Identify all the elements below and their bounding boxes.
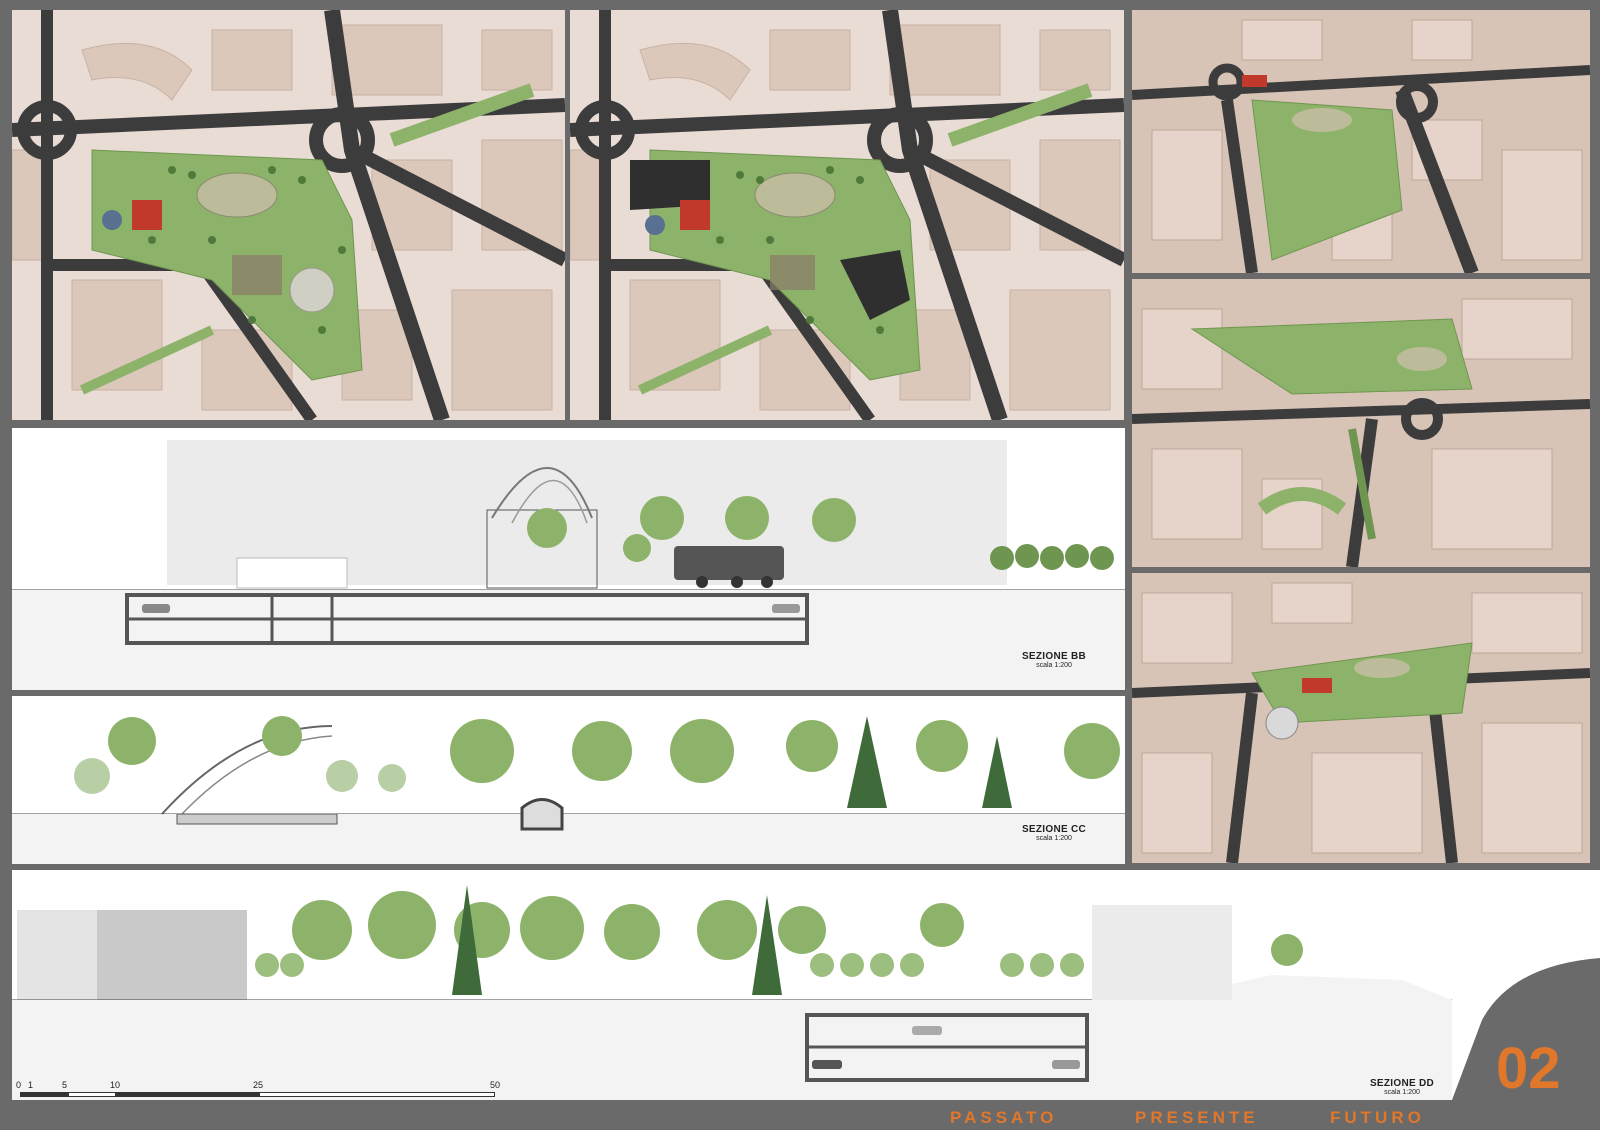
plan-view-middle [570,10,1124,420]
section-cc-scale: scala 1:200 [1036,835,1072,842]
plan-view-left [12,10,565,420]
scale-segment [68,1092,116,1097]
sheet-number: 02 [1496,1036,1561,1101]
scale-mark: 25 [253,1080,264,1090]
section-bb-title: SEZIONE BB [1021,651,1087,662]
scale-mark: 1 [28,1080,34,1090]
aerial-view-3 [1132,573,1590,863]
section-bb-label: SEZIONE BB scala 1:200 [1014,651,1094,669]
footer-word-past: PASSATO [950,1108,1058,1127]
scale-segment [116,1092,259,1097]
footer-word-future: FUTURO [1330,1108,1425,1127]
section-dd-scale: scala 1:200 [1384,1089,1420,1096]
section-cc-label: SEZIONE CC scala 1:200 [1014,824,1094,842]
scale-mark: 5 [62,1080,68,1090]
section-bb-scale: scala 1:200 [1036,662,1072,669]
section-cc-title: SEZIONE CC [1021,824,1087,835]
scale-segment [259,1092,495,1097]
section-dd-title: SEZIONE DD [1369,1078,1435,1089]
scale-mark: 50 [490,1080,501,1090]
scale-mark: 10 [110,1080,121,1090]
scale-bar: 0 1 5 10 25 50 [16,1080,506,1104]
section-dd-panel: SEZIONE DD scala 1:200 [12,870,1600,1100]
footer-word-present: PRESENTE [1135,1108,1259,1127]
section-bb-panel: SEZIONE BB scala 1:200 [12,428,1125,690]
section-dd-label: SEZIONE DD scala 1:200 [1362,1078,1442,1096]
scale-mark: 0 [16,1080,22,1090]
footer-title: PASSATO PRESENTE FUTURO [950,1108,1450,1128]
scale-segment [20,1092,68,1097]
aerial-view-1 [1132,10,1590,273]
aerial-view-2 [1132,279,1590,567]
section-cc-panel: SEZIONE CC scala 1:200 [12,696,1125,864]
